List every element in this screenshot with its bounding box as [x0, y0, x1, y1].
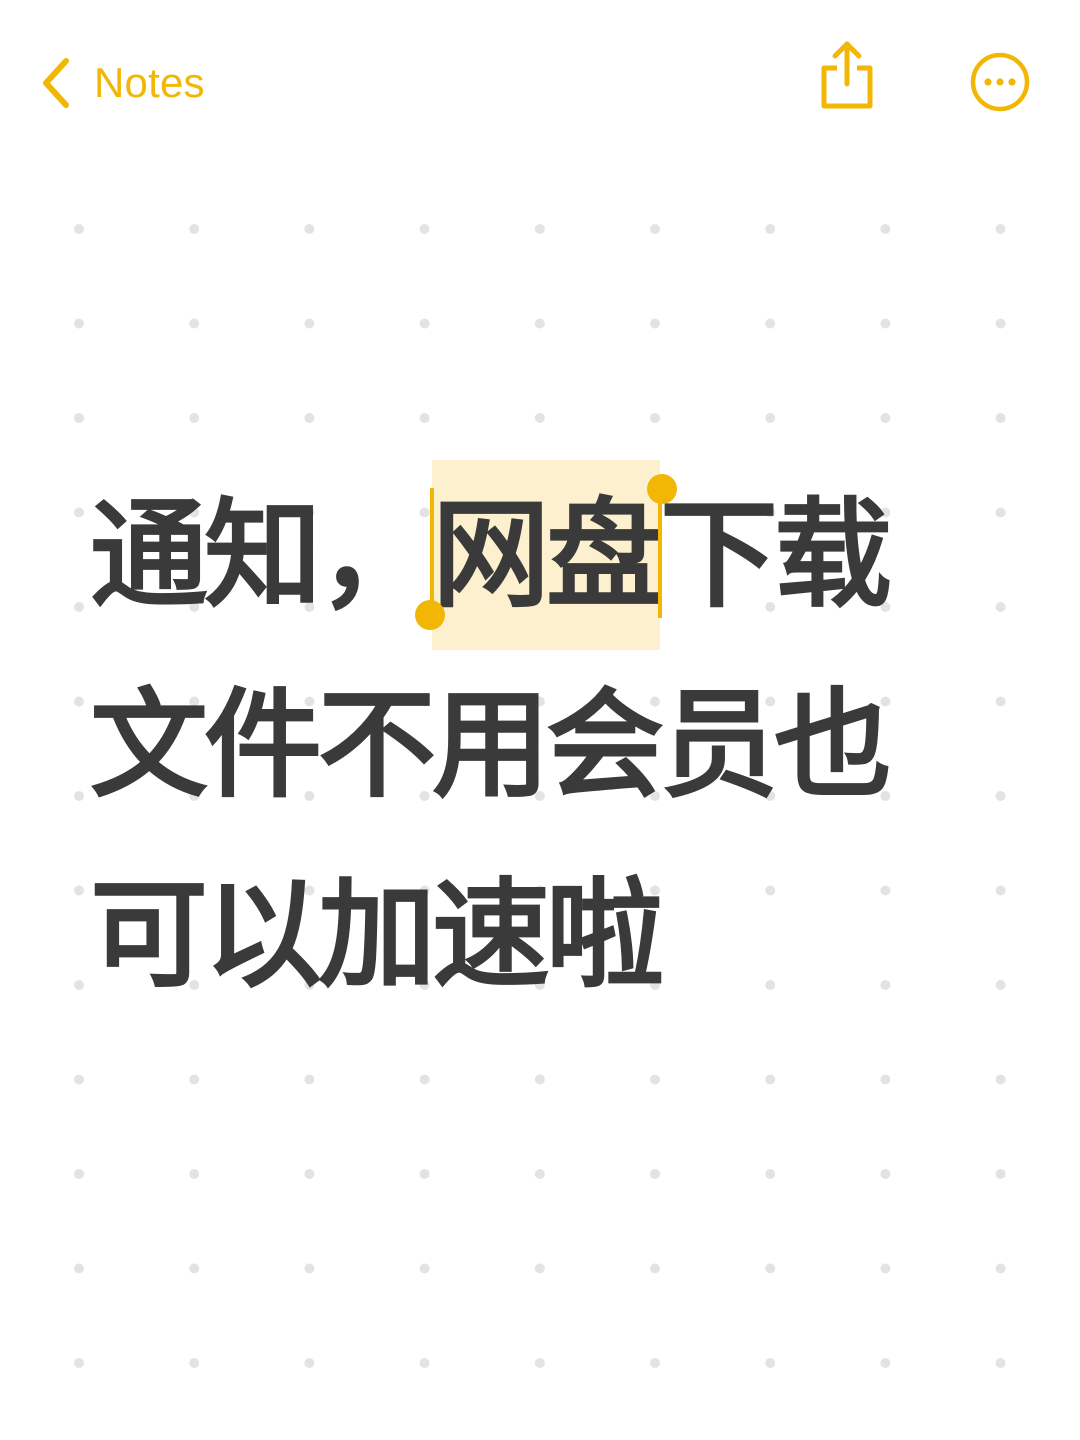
selection-end-handle[interactable]: [647, 474, 678, 504]
grid-dot: [74, 1358, 84, 1368]
grid-dot: [534, 1263, 545, 1274]
note-line-1: 通知， 网盘 下载: [90, 460, 1010, 650]
grid-dot: [419, 318, 430, 329]
grid-dot: [650, 1358, 660, 1368]
grid-dot: [74, 1074, 84, 1085]
grid-dot: [995, 1358, 1006, 1368]
grid-dot: [995, 224, 1006, 234]
grid-dot: [880, 1169, 891, 1179]
grid-dot: [74, 224, 84, 234]
navigation-bar: Notes: [0, 0, 1080, 170]
share-icon: [821, 41, 873, 109]
grid-dot: [650, 413, 660, 423]
grid-dot: [74, 318, 84, 329]
grid-dot: [765, 1263, 776, 1274]
grid-dot: [650, 224, 660, 234]
grid-dot: [74, 980, 84, 990]
grid-dot: [534, 1169, 545, 1179]
selection-start-handle[interactable]: [415, 600, 446, 630]
chevron-left-icon: [43, 58, 69, 108]
note-text-before-selection: 通知，: [90, 486, 436, 624]
grid-dot: [995, 1263, 1006, 1274]
grid-dot: [304, 1169, 315, 1179]
grid-dot: [74, 602, 84, 612]
selected-text[interactable]: 网盘: [415, 460, 678, 650]
grid-dot: [650, 1263, 660, 1274]
note-line-2: 文件不用会员也: [90, 676, 892, 814]
grid-dot: [534, 224, 545, 234]
selected-text-content: 网盘: [432, 486, 664, 624]
grid-dot: [304, 318, 315, 329]
grid-dot: [189, 413, 200, 423]
grid-dot: [189, 1169, 200, 1179]
grid-dot: [765, 1358, 776, 1368]
grid-dot: [74, 696, 84, 707]
grid-dot: [419, 224, 430, 234]
grid-dot: [765, 318, 776, 329]
selection-end-cursor[interactable]: [658, 488, 663, 618]
grid-dot: [650, 318, 660, 329]
grid-dot: [419, 413, 430, 423]
share-button[interactable]: [814, 38, 880, 112]
note-text-after-selection: 下载: [660, 486, 892, 624]
grid-dot: [880, 318, 891, 329]
grid-dot: [995, 318, 1006, 329]
ellipsis-circle-icon: [970, 52, 1030, 112]
more-options-button[interactable]: [968, 50, 1032, 114]
grid-dot: [74, 791, 84, 801]
grid-dot: [880, 1358, 891, 1368]
grid-dot: [765, 1074, 776, 1085]
grid-dot: [189, 1263, 200, 1274]
grid-dot: [880, 413, 891, 423]
grid-dot: [995, 1169, 1006, 1179]
grid-dot: [995, 413, 1006, 423]
grid-dot: [650, 1169, 660, 1179]
grid-dot: [419, 1074, 430, 1085]
grid-dot: [304, 1263, 315, 1274]
grid-dot: [189, 318, 200, 329]
grid-dot: [765, 413, 776, 423]
grid-dot: [534, 318, 545, 329]
grid-dot: [880, 1074, 891, 1085]
note-line-3: 可以加速啦: [90, 866, 664, 1004]
grid-dot: [534, 1074, 545, 1085]
back-to-notes-button[interactable]: Notes: [36, 50, 205, 116]
grid-dot: [419, 1169, 430, 1179]
grid-dot: [995, 1074, 1006, 1085]
grid-dot: [74, 885, 84, 896]
grid-dot: [880, 224, 891, 234]
grid-dot: [534, 1358, 545, 1368]
grid-dot: [74, 1169, 84, 1179]
selection-start-cursor[interactable]: [430, 488, 435, 618]
grid-dot: [189, 1074, 200, 1085]
grid-dot: [304, 1358, 315, 1368]
grid-dot: [765, 224, 776, 234]
back-button-label: Notes: [94, 59, 205, 106]
grid-dot: [419, 1263, 430, 1274]
grid-dot: [74, 507, 84, 518]
grid-dot: [765, 1169, 776, 1179]
grid-dot: [534, 413, 545, 423]
grid-dot: [304, 413, 315, 423]
grid-dot: [189, 1358, 200, 1368]
grid-dot: [880, 1263, 891, 1274]
grid-dot: [650, 1074, 660, 1085]
note-body[interactable]: 通知， 网盘 下载 文件不用会员也 可以加速啦: [90, 460, 1010, 1030]
grid-dot: [74, 413, 84, 423]
grid-dot: [74, 1263, 84, 1274]
grid-dot: [189, 224, 200, 234]
grid-dot: [304, 1074, 315, 1085]
grid-dot: [304, 224, 315, 234]
grid-dot: [419, 1358, 430, 1368]
